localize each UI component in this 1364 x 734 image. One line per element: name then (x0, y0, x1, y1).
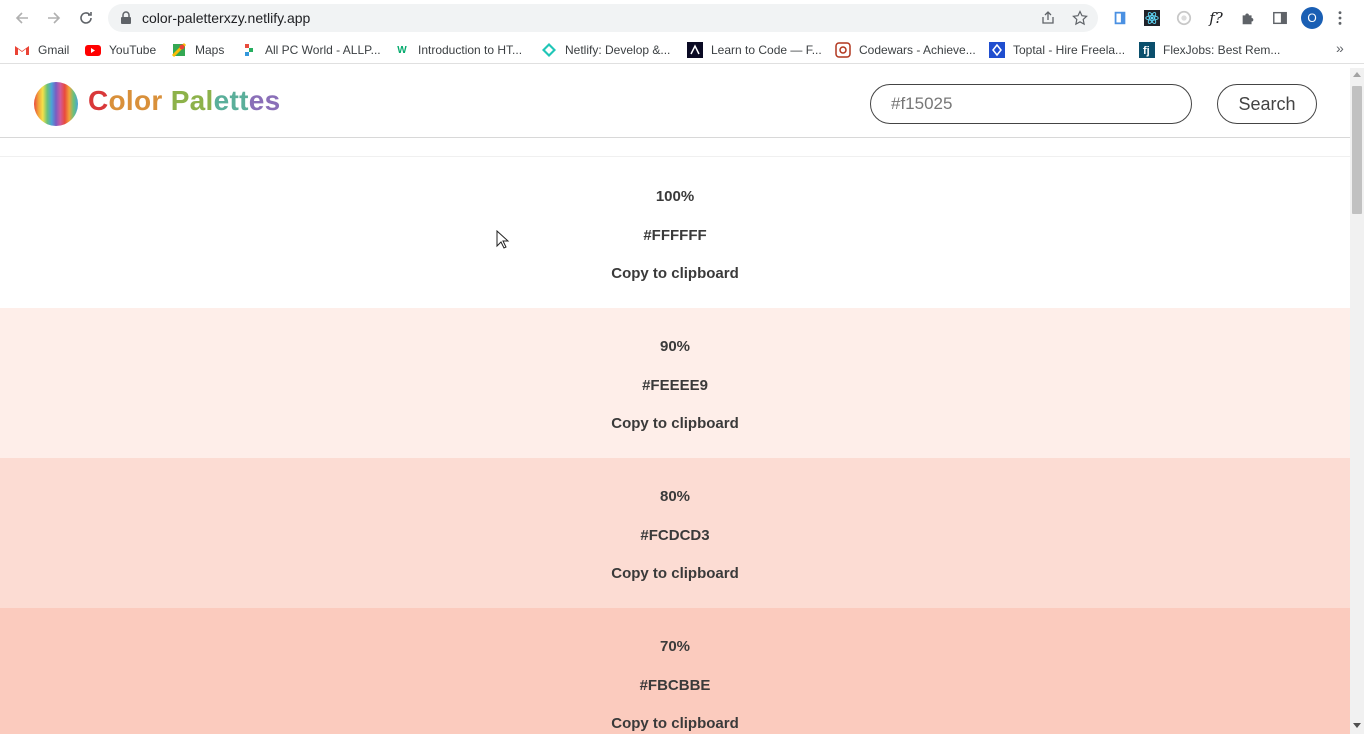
color-swatch[interactable]: 100% #FFFFFF Copy to clipboard (0, 158, 1350, 308)
kebab-menu-icon[interactable] (1331, 9, 1349, 27)
extension-docs-icon[interactable] (1111, 9, 1129, 27)
maps-icon (171, 42, 187, 58)
swatch-hex-value: #FCDCD3 (640, 527, 710, 544)
address-bar[interactable]: color-paletterxzy.netlify.app (108, 4, 1098, 32)
bookmark-freecodecamp[interactable]: Learn to Code — F... (687, 42, 822, 58)
search-button[interactable]: Search (1217, 84, 1317, 124)
page-scrollbar[interactable] (1350, 68, 1364, 734)
share-icon[interactable] (1040, 10, 1056, 26)
bookmark-allpcworld[interactable]: All PC World - ALLP... (241, 42, 381, 58)
copy-to-clipboard-button[interactable]: Copy to clipboard (611, 715, 739, 732)
more-bookmarks-button[interactable]: » (1336, 40, 1344, 56)
youtube-icon (85, 42, 101, 58)
bookmark-flexjobs[interactable]: fj FlexJobs: Best Rem... (1139, 42, 1280, 58)
flexjobs-icon: fj (1139, 42, 1155, 58)
page-viewport: Color Palettes Search 100% #FFFFFF Copy to… (0, 68, 1350, 734)
swatch-percent: 70% (659, 638, 691, 655)
bookmarks-bar: Gmail YouTube Maps All PC World - ALLP..… (0, 36, 1364, 64)
svg-text:fj: fj (1143, 45, 1150, 57)
forward-button[interactable] (43, 7, 65, 29)
swatch-top-strip (0, 138, 1350, 157)
side-panel-icon[interactable] (1271, 9, 1289, 27)
copy-to-clipboard-wrapper: Copy to clipboard (0, 415, 1350, 432)
bookmark-netlify[interactable]: Netlify: Develop &... (541, 42, 670, 58)
netlify-icon (541, 42, 557, 58)
react-devtools-icon[interactable] (1143, 9, 1161, 27)
extension-circle-icon[interactable] (1175, 9, 1193, 27)
copy-to-clipboard-button[interactable]: Copy to clipboard (611, 265, 739, 282)
url-text[interactable]: color-paletterxzy.netlify.app (142, 10, 310, 26)
browser-toolbar: color-paletterxzy.netlify.app f? O (0, 0, 1364, 36)
color-swatch[interactable]: 80% #FCDCD3 Copy to clipboard (0, 458, 1350, 608)
site-header: Color Palettes Search (0, 68, 1350, 138)
back-button[interactable] (11, 7, 33, 29)
color-search-input[interactable] (870, 84, 1192, 124)
swatch-percent: 80% (659, 488, 691, 505)
bookmark-youtube[interactable]: YouTube (85, 42, 156, 58)
copy-to-clipboard-wrapper: Copy to clipboard (0, 265, 1350, 282)
bookmark-introduction[interactable]: W Introduction to HT... (394, 42, 522, 58)
copy-to-clipboard-wrapper: Copy to clipboard (0, 715, 1350, 732)
lock-icon (121, 11, 131, 24)
swatch-hex-value: #FFFFFF (643, 227, 707, 244)
mouse-pointer-icon (496, 230, 510, 249)
copy-to-clipboard-wrapper: Copy to clipboard (0, 565, 1350, 582)
codewars-icon (835, 42, 851, 58)
toptal-icon (989, 42, 1005, 58)
allpcworld-icon (241, 42, 257, 58)
copy-to-clipboard-button[interactable]: Copy to clipboard (611, 565, 739, 582)
bookmark-codewars[interactable]: Codewars - Achieve... (835, 42, 976, 58)
bookmark-toptal[interactable]: Toptal - Hire Freela... (989, 42, 1125, 58)
profile-avatar[interactable]: O (1301, 7, 1323, 29)
scroll-thumb[interactable] (1352, 86, 1362, 214)
swatch-hex-value: #FBCBBE (639, 677, 711, 694)
swatch-hex-value: #FEEEE9 (642, 377, 708, 394)
logo-icon (34, 82, 78, 126)
scroll-down-arrow-icon[interactable] (1353, 723, 1361, 728)
reload-icon (80, 12, 92, 24)
gmail-icon (14, 42, 30, 58)
color-swatch[interactable]: 90% #FEEEE9 Copy to clipboard (0, 308, 1350, 458)
fcc-icon (687, 42, 703, 58)
star-icon[interactable] (1072, 10, 1088, 26)
swatch-percent: 90% (659, 338, 691, 355)
bookmark-maps[interactable]: Maps (171, 42, 224, 58)
copy-to-clipboard-button[interactable]: Copy to clipboard (611, 415, 739, 432)
font-finder-icon[interactable]: f? (1207, 9, 1225, 27)
color-swatch[interactable]: 70% #FBCBBE Copy to clipboard (0, 608, 1350, 734)
site-logo-text: Color Palettes (88, 85, 281, 116)
arrow-right-icon (48, 12, 61, 24)
swatch-percent: 100% (655, 188, 695, 205)
reload-button[interactable] (75, 7, 97, 29)
w3-icon: W (397, 44, 407, 56)
puzzle-icon[interactable] (1239, 9, 1257, 27)
arrow-left-icon (15, 12, 28, 24)
bookmark-gmail[interactable]: Gmail (14, 42, 69, 58)
scroll-up-arrow-icon[interactable] (1353, 72, 1361, 77)
